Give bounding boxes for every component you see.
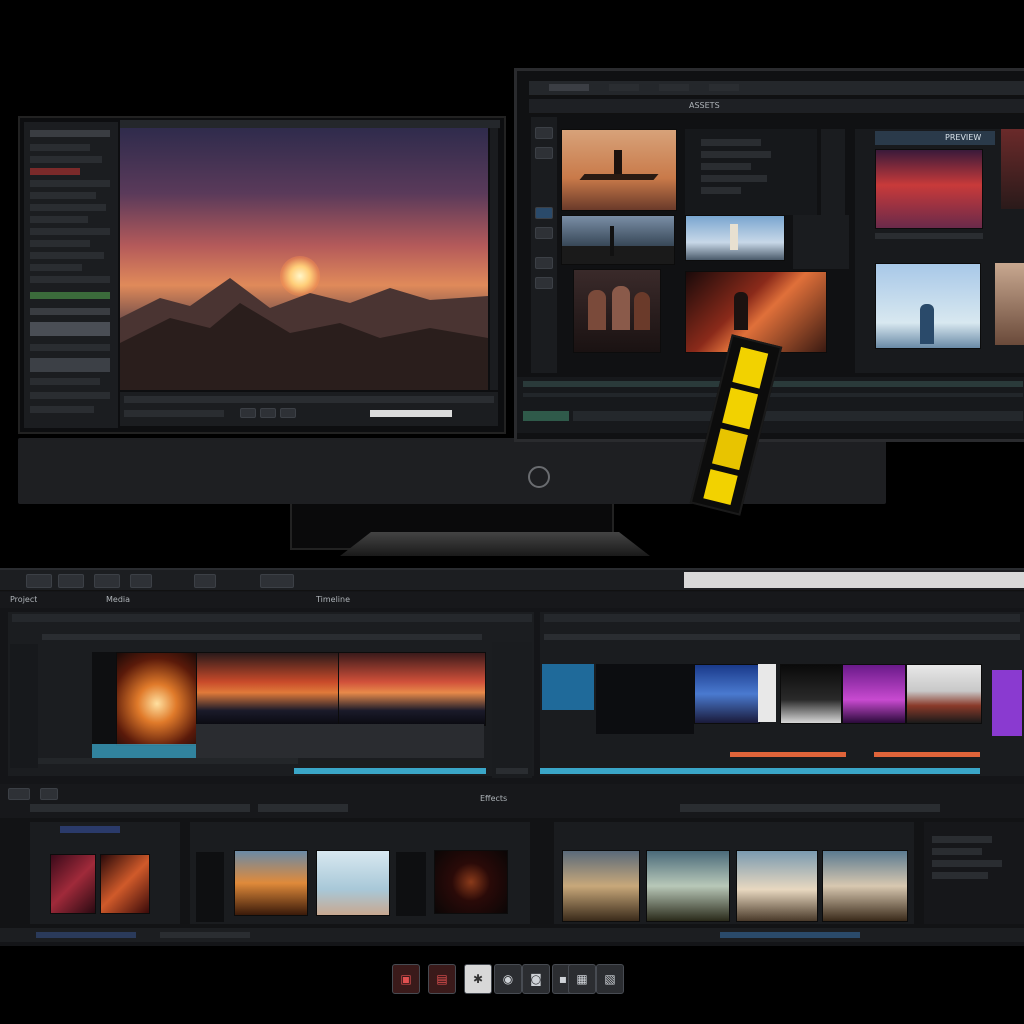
apple-logo-icon [528,466,550,488]
next-button[interactable] [280,408,296,418]
thumbnail-landscape-1[interactable] [562,850,640,922]
right-menubar [529,81,1024,96]
left-transport-bar [120,392,498,426]
editor-window: Project Media Timeline Effects [0,568,1024,946]
right-clip-panel [540,612,1024,776]
play-button[interactable] [260,408,276,418]
thumbnail-dark-glow[interactable] [434,850,508,914]
effects-label: Effects [480,794,508,803]
thumbnail-statue[interactable] [685,215,785,261]
tool-button[interactable] [40,788,58,800]
preview-header: PREVIEW [945,133,982,142]
bottom-media-browser [0,818,1024,930]
timeline-label: Timeline [316,595,351,604]
editor-statusbar [0,928,1024,942]
thumbnail-red-light-2[interactable] [100,854,150,914]
tool-button[interactable] [535,207,553,219]
thumbnail-blue-stage[interactable] [694,664,760,724]
thumbnail-orange-figure[interactable] [234,850,308,916]
editor-menubar [0,570,1024,591]
mountain-silhouette [120,278,488,390]
assets-title: ASSETS [689,101,720,110]
thumbnail-landscape-2[interactable] [646,850,730,922]
monitor-stand-base [340,532,650,556]
left-clip-panel [8,612,534,776]
tool-button[interactable] [535,227,553,239]
browser-strip [684,572,1024,588]
menu-file[interactable] [26,574,52,588]
prev-button[interactable] [240,408,256,418]
info-panel [685,129,817,215]
thumbnail-sunset-forest-1[interactable] [196,652,340,726]
menu-clip[interactable] [94,574,120,588]
clip-info-blue [542,664,594,710]
thumbnail-crosses[interactable] [561,215,675,265]
thumbnail-stage-dark[interactable] [780,664,842,724]
camera-icon[interactable]: ◉ [494,964,522,994]
thumbnail-performer[interactable] [906,664,982,724]
menu-view[interactable] [260,574,294,588]
thumbnail-blue-figure[interactable] [875,263,981,349]
dock: ▣ ▤ ✱ ◉ ◙ ▪ ▦ ▧ [390,962,626,996]
export-icon[interactable]: ▧ [596,964,624,994]
thumbnail-group[interactable] [573,269,661,353]
film-icon[interactable]: ▣ [392,964,420,994]
thumbnail-firework[interactable] [116,652,198,746]
right-toolbar: ASSETS [529,99,1024,114]
thumbnail-portrait[interactable] [316,850,390,916]
thumbnail-sunset-forest-2[interactable] [338,652,486,726]
tool-button[interactable] [535,147,553,159]
menu-mark[interactable] [194,574,216,588]
image-icon[interactable]: ▦ [568,964,596,994]
thumbnail-landscape-3[interactable] [736,850,818,922]
menu-edit[interactable] [58,574,84,588]
menu-seq[interactable] [130,574,152,588]
left-side-panel [24,122,118,428]
thumbnail-figure-sunset[interactable] [561,129,677,211]
thumbnail-red-light-1[interactable] [50,854,96,914]
sunset-viewer [120,128,488,390]
tool-button[interactable] [535,277,553,289]
settings-icon[interactable]: ✱ [464,964,492,994]
thumbnail-purple-dancer[interactable] [842,664,906,724]
thumbnail-landscape-4[interactable] [822,850,908,922]
tool-button[interactable] [535,257,553,269]
right-tool-column [531,117,557,373]
tool-button[interactable] [535,127,553,139]
audio-icon[interactable]: ◙ [522,964,550,994]
thumbnail-fire-sky[interactable] [875,149,983,229]
tool-button[interactable] [8,788,30,800]
left-monitor [18,116,506,434]
project-label: Project [10,595,38,604]
clip-icon[interactable]: ▤ [428,964,456,994]
media-label: Media [106,595,131,604]
editor-secondary-toolbar: Effects [0,784,1024,818]
